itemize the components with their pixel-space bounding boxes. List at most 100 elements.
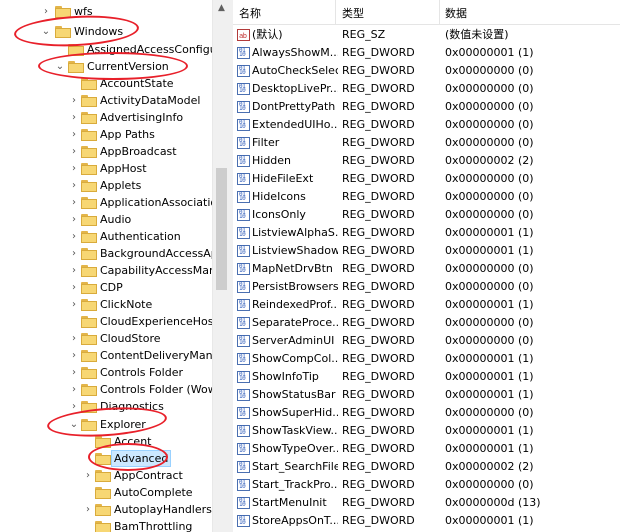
value-row[interactable]: 01 10 AutoCheckSelect REG_DWORD 0x0000000… bbox=[233, 62, 620, 80]
value-row[interactable]: 01 10 ListviewShadow REG_DWORD 0x00000001… bbox=[233, 242, 620, 260]
registry-values-list[interactable]: 名称 类型 数据 ab (默认) REG_SZ (数值未设置) 01 10 Alw… bbox=[233, 0, 620, 532]
tree-item-accent[interactable]: Accent bbox=[0, 433, 212, 450]
tree-item-clicknote[interactable]: › ClickNote bbox=[0, 296, 212, 313]
value-row[interactable]: 01 10 ShowCompCol... REG_DWORD 0x00000001… bbox=[233, 350, 620, 368]
scrollbar-thumb[interactable] bbox=[216, 168, 227, 290]
column-divider[interactable] bbox=[335, 0, 336, 24]
tree-item-currentversion[interactable]: ⌄ CurrentVersion bbox=[0, 58, 212, 75]
value-row[interactable]: 01 10 HideFileExt REG_DWORD 0x00000000 (0… bbox=[233, 170, 620, 188]
value-row[interactable]: 01 10 Hidden REG_DWORD 0x00000002 (2) bbox=[233, 152, 620, 170]
tree-item-autocomplete[interactable]: AutoComplete bbox=[0, 484, 212, 501]
expander[interactable] bbox=[82, 518, 94, 532]
value-row[interactable]: 01 10 ListviewAlphaS... REG_DWORD 0x00000… bbox=[233, 224, 620, 242]
chevron-right-icon[interactable]: › bbox=[68, 245, 80, 262]
value-row[interactable]: 01 10 ShowInfoTip REG_DWORD 0x00000001 (1… bbox=[233, 368, 620, 386]
column-divider[interactable] bbox=[439, 0, 440, 24]
value-row[interactable]: 01 10 IconsOnly REG_DWORD 0x00000000 (0) bbox=[233, 206, 620, 224]
tree-item-app-paths[interactable]: › App Paths bbox=[0, 126, 212, 143]
tree-item-authentication[interactable]: › Authentication bbox=[0, 228, 212, 245]
tree-item-activitydatamodel[interactable]: › ActivityDataModel bbox=[0, 92, 212, 109]
expander[interactable] bbox=[82, 450, 94, 467]
tree-item-controls-folder[interactable]: › Controls Folder bbox=[0, 364, 212, 381]
tree-item-appcontract[interactable]: › AppContract bbox=[0, 467, 212, 484]
value-row[interactable]: 01 10 ShowTaskView... REG_DWORD 0x0000000… bbox=[233, 422, 620, 440]
value-row[interactable]: 01 10 AlwaysShowM... REG_DWORD 0x00000001… bbox=[233, 44, 620, 62]
expander[interactable] bbox=[68, 75, 80, 92]
tree-item-bamthrottling[interactable]: BamThrottling bbox=[0, 518, 212, 532]
tree-item-applets[interactable]: › Applets bbox=[0, 177, 212, 194]
column-header-type[interactable]: 类型 bbox=[342, 5, 364, 21]
column-header-name[interactable]: 名称 bbox=[239, 5, 261, 21]
expander[interactable] bbox=[82, 484, 94, 501]
chevron-right-icon[interactable]: › bbox=[82, 467, 94, 484]
value-row[interactable]: 01 10 ShowSuperHid... REG_DWORD 0x0000000… bbox=[233, 404, 620, 422]
value-row[interactable]: 01 10 Filter REG_DWORD 0x00000000 (0) bbox=[233, 134, 620, 152]
registry-key-tree[interactable]: › wfs ⌄ Windows AssignedAccessConfigura … bbox=[0, 0, 212, 532]
chevron-right-icon[interactable]: › bbox=[68, 364, 80, 381]
expander[interactable] bbox=[54, 41, 66, 58]
scroll-up-icon[interactable]: ▲ bbox=[213, 0, 230, 17]
value-row[interactable]: 01 10 ShowTypeOver... REG_DWORD 0x0000000… bbox=[233, 440, 620, 458]
tree-item-explorer[interactable]: ⌄ Explorer bbox=[0, 416, 212, 433]
tree-item-backgroundaccessapp[interactable]: › BackgroundAccessApp bbox=[0, 245, 212, 262]
chevron-right-icon[interactable]: › bbox=[68, 262, 80, 279]
chevron-right-icon[interactable]: › bbox=[68, 381, 80, 398]
tree-item-contentdeliverymanager[interactable]: › ContentDeliveryManag bbox=[0, 347, 212, 364]
value-row[interactable]: 01 10 HideIcons REG_DWORD 0x00000000 (0) bbox=[233, 188, 620, 206]
tree-item-advanced[interactable]: Advanced bbox=[0, 450, 212, 467]
tree-item-cloudstore[interactable]: › CloudStore bbox=[0, 330, 212, 347]
tree-item-controls-folder-wow64[interactable]: › Controls Folder (Wow6 bbox=[0, 381, 212, 398]
tree-item-cdp[interactable]: › CDP bbox=[0, 279, 212, 296]
chevron-right-icon[interactable]: › bbox=[68, 109, 80, 126]
value-row[interactable]: 01 10 ServerAdminUI REG_DWORD 0x00000000 … bbox=[233, 332, 620, 350]
tree-item-apphost[interactable]: › AppHost bbox=[0, 160, 212, 177]
chevron-down-icon[interactable]: ⌄ bbox=[68, 416, 80, 433]
chevron-right-icon[interactable]: › bbox=[68, 347, 80, 364]
chevron-right-icon[interactable]: › bbox=[68, 279, 80, 296]
chevron-right-icon[interactable]: › bbox=[68, 398, 80, 415]
tree-item-audio[interactable]: › Audio bbox=[0, 211, 212, 228]
chevron-down-icon[interactable]: ⌄ bbox=[40, 23, 52, 40]
tree-item-autoplayhandlers[interactable]: › AutoplayHandlers bbox=[0, 501, 212, 518]
value-row[interactable]: 01 10 ExtendedUIHo... REG_DWORD 0x0000000… bbox=[233, 116, 620, 134]
value-row[interactable]: 01 10 Start_TrackPro... REG_DWORD 0x00000… bbox=[233, 476, 620, 494]
tree-item-wfs[interactable]: › wfs bbox=[0, 3, 212, 20]
value-row[interactable]: 01 10 PersistBrowsers REG_DWORD 0x0000000… bbox=[233, 278, 620, 296]
value-row[interactable]: 01 10 StartMenuInit REG_DWORD 0x0000000d … bbox=[233, 494, 620, 512]
tree-item-applicationassociation[interactable]: › ApplicationAssociation bbox=[0, 194, 212, 211]
tree-item-capabilityaccessmanager[interactable]: › CapabilityAccessManag bbox=[0, 262, 212, 279]
chevron-right-icon[interactable]: › bbox=[68, 194, 80, 211]
tree-item-advertisinginfo[interactable]: › AdvertisingInfo bbox=[0, 109, 212, 126]
tree-item-cloudexperiencehost[interactable]: CloudExperienceHost bbox=[0, 313, 212, 330]
chevron-right-icon[interactable]: › bbox=[68, 296, 80, 313]
tree-item-accountstate[interactable]: AccountState bbox=[0, 75, 212, 92]
chevron-right-icon[interactable]: › bbox=[68, 211, 80, 228]
value-row[interactable]: 01 10 StoreAppsOnT... REG_DWORD 0x0000000… bbox=[233, 512, 620, 530]
chevron-down-icon[interactable]: ⌄ bbox=[54, 58, 66, 75]
value-row[interactable]: 01 10 MapNetDrvBtn REG_DWORD 0x00000000 (… bbox=[233, 260, 620, 278]
chevron-right-icon[interactable]: › bbox=[68, 92, 80, 109]
chevron-right-icon[interactable]: › bbox=[68, 126, 80, 143]
chevron-right-icon[interactable]: › bbox=[82, 501, 94, 518]
chevron-right-icon[interactable]: › bbox=[68, 143, 80, 160]
chevron-right-icon[interactable]: › bbox=[68, 177, 80, 194]
chevron-right-icon[interactable]: › bbox=[68, 160, 80, 177]
value-row[interactable]: 01 10 Start_SearchFiles REG_DWORD 0x00000… bbox=[233, 458, 620, 476]
value-row[interactable]: 01 10 DesktopLivePr... REG_DWORD 0x000000… bbox=[233, 80, 620, 98]
tree-item-assignedaccessconfiguration[interactable]: AssignedAccessConfigura bbox=[0, 41, 212, 58]
value-row[interactable]: 01 10 ReindexedProf... REG_DWORD 0x000000… bbox=[233, 296, 620, 314]
value-row[interactable]: ab (默认) REG_SZ (数值未设置) bbox=[233, 26, 620, 44]
tree-item-appbroadcast[interactable]: › AppBroadcast bbox=[0, 143, 212, 160]
tree-item-diagnostics[interactable]: › Diagnostics bbox=[0, 398, 212, 415]
value-row[interactable]: 01 10 SeparateProce... REG_DWORD 0x000000… bbox=[233, 314, 620, 332]
column-header-data[interactable]: 数据 bbox=[445, 5, 467, 21]
expander[interactable] bbox=[68, 313, 80, 330]
chevron-right-icon[interactable]: › bbox=[68, 330, 80, 347]
value-row[interactable]: 01 10 ShowStatusBar REG_DWORD 0x00000001 … bbox=[233, 386, 620, 404]
tree-item-windows[interactable]: ⌄ Windows bbox=[0, 23, 212, 40]
chevron-right-icon[interactable]: › bbox=[40, 3, 52, 20]
chevron-right-icon[interactable]: › bbox=[68, 228, 80, 245]
tree-scrollbar[interactable]: ▲ bbox=[212, 0, 230, 532]
value-row[interactable]: 01 10 DontPrettyPath REG_DWORD 0x00000000… bbox=[233, 98, 620, 116]
expander[interactable] bbox=[82, 433, 94, 450]
